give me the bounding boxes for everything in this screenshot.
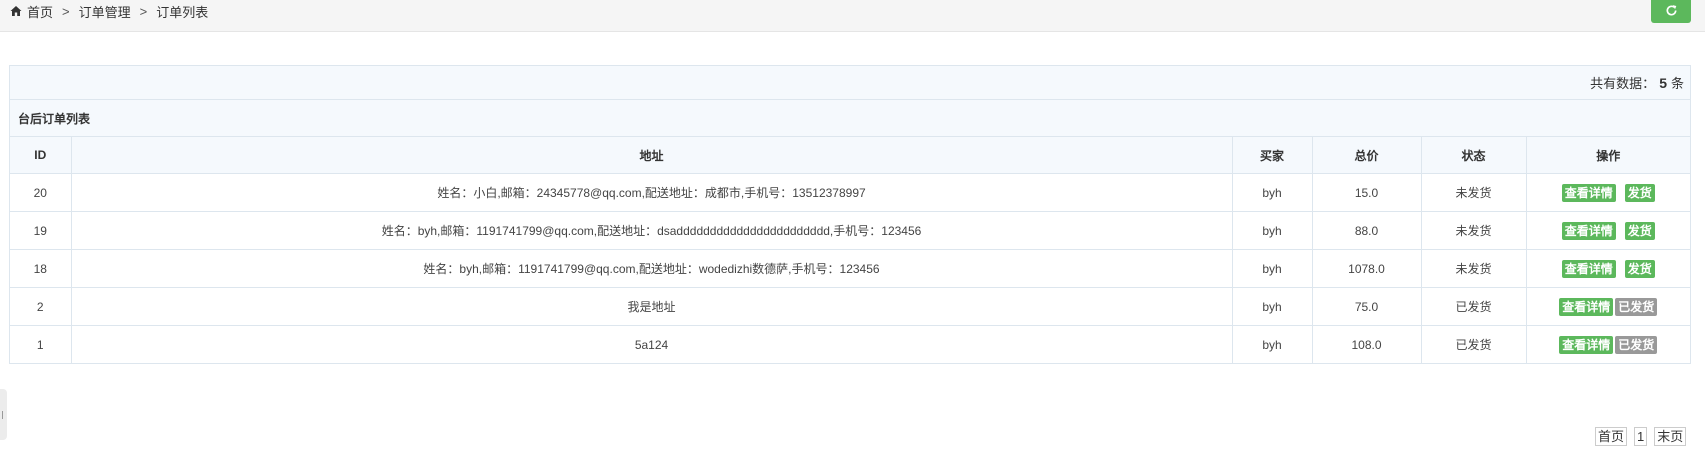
pagination-first-link[interactable]: 首页 (1595, 427, 1628, 446)
sidebar-toggle-handle[interactable] (0, 389, 7, 440)
pagination-page-link[interactable]: 1 (1634, 427, 1648, 446)
order-id: 19 (10, 211, 72, 250)
ship-button[interactable]: 发货 (1624, 183, 1655, 202)
column-header-address: 地址 (71, 137, 1233, 174)
top-bar: 首页 > 订单管理 > 订单列表 (0, 0, 1705, 32)
order-buyer: byh (1232, 173, 1313, 212)
order-list-panel: 共有数据： 5 条 台后订单列表 ID 地址 买家 总价 状态 操作 20 姓名… (9, 65, 1691, 364)
order-buyer: byh (1232, 325, 1313, 363)
view-details-button[interactable]: 查看详情 (1561, 221, 1616, 240)
order-status: 未发货 (1421, 249, 1527, 288)
breadcrumb-separator: > (139, 3, 148, 19)
refresh-icon (1665, 4, 1678, 20)
table-row: 19 姓名：byh,邮箱：1191741799@qq.com,配送地址：dsad… (10, 211, 1690, 250)
column-header-actions: 操作 (1526, 137, 1690, 174)
home-icon (10, 5, 22, 17)
summary-bar: 共有数据： 5 条 (10, 66, 1690, 100)
orders-table: ID 地址 买家 总价 状态 操作 20 姓名：小白,邮箱：24345778@q… (10, 137, 1690, 363)
ship-button[interactable]: 发货 (1624, 259, 1655, 278)
order-status: 未发货 (1421, 173, 1527, 212)
order-id: 18 (10, 249, 72, 288)
view-details-button[interactable]: 查看详情 (1561, 183, 1616, 202)
shipped-badge: 已发货 (1615, 297, 1658, 316)
order-id: 2 (10, 287, 72, 326)
breadcrumb-current: 订单列表 (156, 4, 209, 20)
order-address: 姓名：小白,邮箱：24345778@qq.com,配送地址：成都市,手机号：13… (71, 173, 1233, 212)
view-details-button[interactable]: 查看详情 (1561, 259, 1616, 278)
order-actions: 查看详情 已发货 (1526, 326, 1690, 364)
order-status: 已发货 (1421, 287, 1527, 326)
order-status: 已发货 (1421, 325, 1527, 363)
summary-count: 5 (1659, 74, 1667, 91)
order-address: 5a124 (71, 325, 1233, 363)
order-actions: 查看详情 发货 (1526, 249, 1690, 288)
column-header-status: 状态 (1421, 137, 1527, 174)
order-buyer: byh (1232, 287, 1313, 326)
table-row: 1 5a124 byh 108.0 已发货 查看详情 已发货 (10, 325, 1690, 364)
table-row: 2 我是地址 byh 75.0 已发货 查看详情 已发货 (10, 287, 1690, 326)
order-actions: 查看详情 已发货 (1526, 287, 1690, 326)
order-id: 20 (10, 173, 72, 212)
refresh-button[interactable] (1651, 0, 1691, 23)
order-address: 姓名：byh,邮箱：1191741799@qq.com,配送地址：wodediz… (71, 249, 1233, 288)
order-actions: 查看详情 发货 (1526, 211, 1690, 250)
table-row: 20 姓名：小白,邮箱：24345778@qq.com,配送地址：成都市,手机号… (10, 173, 1690, 212)
pagination-last-link[interactable]: 末页 (1654, 427, 1687, 446)
order-status: 未发货 (1421, 211, 1527, 250)
column-header-total: 总价 (1312, 137, 1422, 174)
order-address: 姓名：byh,邮箱：1191741799@qq.com,配送地址：dsadddd… (71, 211, 1233, 250)
order-total: 75.0 (1312, 287, 1422, 326)
order-actions: 查看详情 发货 (1526, 173, 1690, 212)
table-row: 18 姓名：byh,邮箱：1191741799@qq.com,配送地址：wode… (10, 249, 1690, 288)
breadcrumb-home-link[interactable]: 首页 (27, 2, 53, 21)
summary-prefix: 共有数据： (1590, 76, 1656, 91)
summary-suffix: 条 (1670, 76, 1684, 91)
breadcrumb-order-management-link[interactable]: 订单管理 (79, 2, 131, 21)
ship-button[interactable]: 发货 (1624, 221, 1655, 240)
column-header-buyer: 买家 (1232, 137, 1313, 174)
breadcrumb-separator: > (62, 3, 70, 19)
shipped-badge: 已发货 (1615, 335, 1658, 354)
pagination: 首页 1 末页 (1595, 427, 1687, 446)
order-total: 15.0 (1312, 173, 1422, 212)
order-address: 我是地址 (71, 287, 1233, 326)
breadcrumb: 首页 > 订单管理 > 订单列表 (10, 2, 208, 20)
view-details-button[interactable]: 查看详情 (1559, 335, 1614, 354)
order-buyer: byh (1232, 211, 1313, 250)
order-buyer: byh (1232, 249, 1313, 288)
column-header-id: ID (10, 137, 72, 174)
table-header-row: ID 地址 买家 总价 状态 操作 (10, 137, 1690, 174)
order-total: 1078.0 (1312, 249, 1422, 288)
order-id: 1 (10, 325, 72, 363)
view-details-button[interactable]: 查看详情 (1559, 297, 1614, 316)
order-total: 88.0 (1312, 211, 1422, 250)
panel-title: 台后订单列表 (10, 100, 1690, 137)
order-total: 108.0 (1312, 325, 1422, 363)
